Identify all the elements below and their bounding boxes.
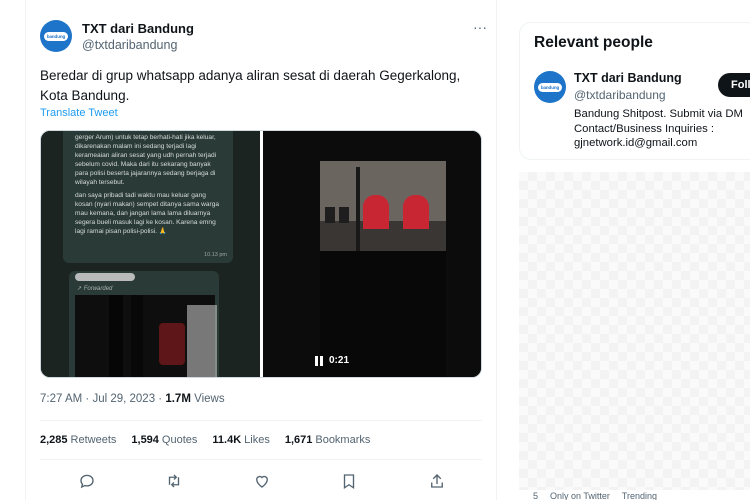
redacted-bar [75,273,135,281]
sidebar-placeholder [519,172,750,490]
forwarded-message: ↗ Forwarded [69,271,219,377]
views-label: Views [194,393,225,405]
bookmarks-label: Bookmarks [315,434,371,446]
chat-message-bubble: gerger Arum) untuk tetap berhati-hati ji… [63,131,233,263]
video-scene-window [325,207,335,223]
follow-button[interactable]: Follow [718,73,750,97]
media-video[interactable]: 0:21 [263,131,481,377]
person-avatar[interactable]: bandung [534,71,566,103]
forwarded-text: Forwarded [83,286,113,292]
quotes-stat[interactable]: 1,594 Quotes [131,434,197,446]
sidebar-footer: 5 Only on Twitter Trending [533,491,657,500]
views-count: 1.7M [165,393,191,405]
video-scene-red-arch [403,195,429,229]
footer-item[interactable]: Trending [622,491,657,500]
photo-red-window [159,323,185,365]
person-bio: Bandung Shitpost. Submit via DM Contact/… [574,108,743,149]
forwarded-photo [75,295,217,377]
author-name[interactable]: TXT dari Bandung [82,21,194,36]
media-image-chat-screenshot[interactable]: gerger Arum) untuk tetap berhati-hati ji… [41,131,260,377]
pause-icon[interactable] [315,355,323,366]
bookmark-icon[interactable] [338,470,360,492]
tweet-column: bandung TXT dari Bandung @txtdaribandung… [25,0,497,500]
tweet-time[interactable]: 7:27 AM [40,393,82,405]
video-scene-red-arch [363,195,389,229]
share-icon[interactable] [426,470,448,492]
photo-shadow [109,295,123,377]
reply-icon[interactable] [76,470,98,492]
retweets-label: Retweets [70,434,117,446]
photo-shadow [131,295,143,377]
footer-item[interactable]: Only on Twitter [550,491,610,500]
author-avatar[interactable]: bandung [40,20,72,52]
relevant-people-card: Relevant people bandung TXT dari Bandung… [519,22,750,160]
retweets-stat[interactable]: 2,285 Retweets [40,434,116,446]
video-duration: 0:21 [329,355,350,366]
footer-item: 5 [533,491,539,500]
author-handle[interactable]: @txtdaribandung [82,38,177,52]
tweet-date[interactable]: Jul 29, 2023 [92,393,155,405]
more-options-icon[interactable]: ··· [470,20,490,36]
tweet-media[interactable]: gerger Arum) untuk tetap berhati-hati ji… [40,130,482,378]
bookmarks-stat[interactable]: 1,671 Bookmarks [285,434,371,446]
quotes-count: 1,594 [131,434,159,446]
avatar-logo: bandung [44,31,68,41]
divider [40,459,482,460]
tweet-actions [76,470,456,492]
photo-wall [187,305,217,377]
bookmarks-count: 1,671 [284,434,313,446]
tweet-text: Beredar di grup whatsapp adanya aliran s… [40,68,461,103]
person-name[interactable]: TXT dari Bandung [574,71,682,85]
tweet-stats: 2,285 Retweets 1,594 Quotes 11.4K Likes 1,6… [40,434,370,446]
forwarded-label: ↗ Forwarded [77,286,113,292]
video-scene-window [339,207,349,223]
avatar-logo: bandung [538,82,562,92]
relevant-people-title: Relevant people [534,34,653,51]
divider [40,420,482,421]
person-handle[interactable]: @txtdaribandung [574,88,666,102]
retweets-count: 2,285 [40,434,68,446]
likes-stat[interactable]: 11.4K Likes [212,434,269,446]
tweet-meta: 7:27 AM · Jul 29, 2023 · 1.7M Views [40,393,225,405]
chat-paragraph: dan saya pribadi tadi waktu mau keluar g… [75,192,220,235]
translate-tweet-link[interactable]: Translate Tweet [40,107,118,119]
video-controls: 0:21 [315,355,349,366]
likes-label: Likes [244,434,270,446]
chat-timestamp: 10.13 pm [204,252,227,258]
likes-count: 11.4K [212,434,242,446]
retweet-icon[interactable] [163,470,185,492]
quotes-label: Quotes [161,434,198,446]
tweet-header: bandung TXT dari Bandung @txtdaribandung… [40,20,490,56]
like-icon[interactable] [251,470,273,492]
chat-paragraph: gerger Arum) untuk tetap berhati-hati ji… [75,134,217,186]
